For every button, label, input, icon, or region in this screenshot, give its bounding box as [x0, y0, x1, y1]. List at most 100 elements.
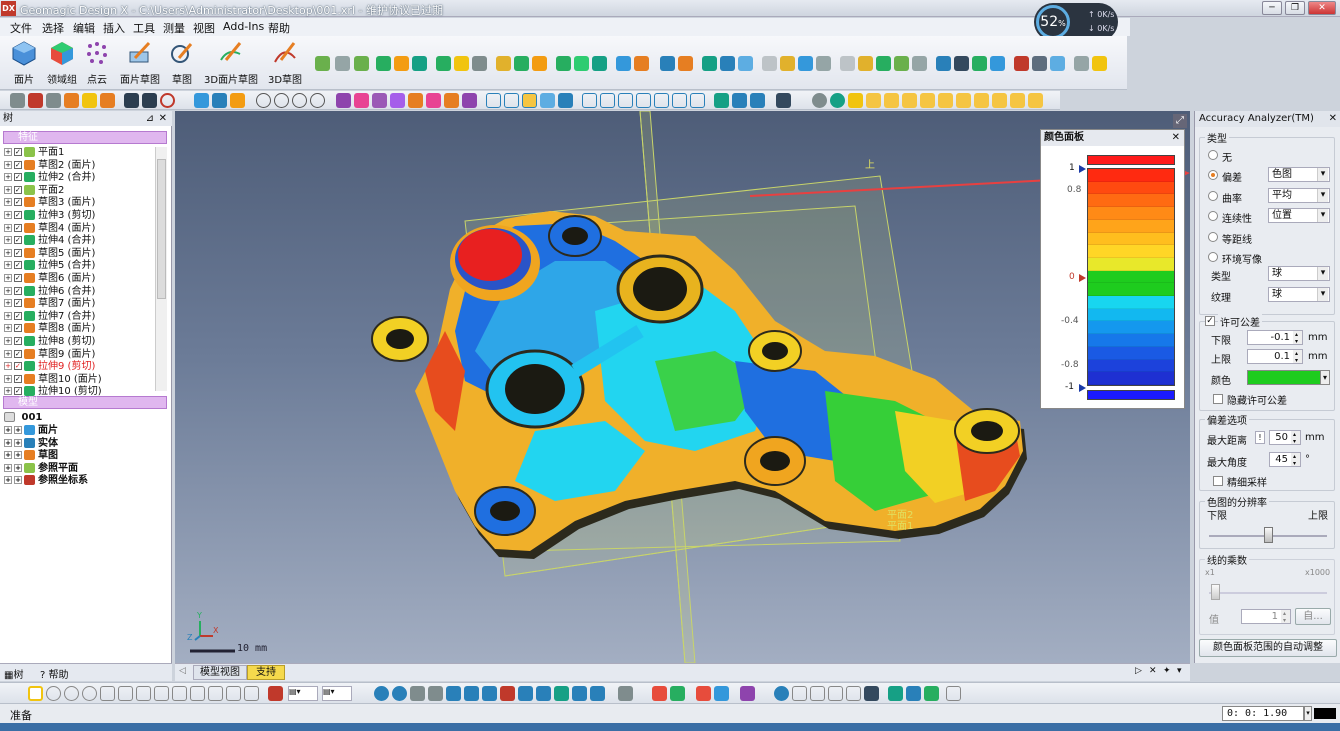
tool-icon[interactable]: [652, 686, 667, 701]
sketch-button[interactable]: 草图: [168, 40, 196, 88]
expand-icon[interactable]: +: [14, 438, 22, 447]
tool-icon[interactable]: [678, 56, 693, 71]
tool-icon[interactable]: [194, 93, 209, 108]
expand-icon[interactable]: +: [4, 374, 12, 383]
tool-icon[interactable]: [532, 56, 547, 71]
tool-icon[interactable]: [840, 56, 855, 71]
feature-item[interactable]: + ✓ 草图2 (面片): [4, 159, 95, 173]
visibility-checkbox[interactable]: ✓: [14, 185, 22, 194]
auto-adjust-range-button[interactable]: 颜色面板范围的自动调整: [1199, 639, 1337, 657]
close-button[interactable]: ✕: [1308, 1, 1336, 15]
expand-icon[interactable]: +: [4, 211, 12, 219]
expand-icon[interactable]: +: [4, 160, 12, 169]
expand-icon[interactable]: +: [14, 451, 22, 460]
expand-icon[interactable]: +: [14, 426, 22, 434]
model-item[interactable]: + + 草图: [4, 450, 58, 463]
tool-icon[interactable]: [774, 686, 789, 701]
view-cube-icon[interactable]: [486, 93, 501, 108]
restore-button[interactable]: ❐: [1285, 1, 1305, 15]
color-bar[interactable]: [1087, 168, 1175, 386]
tool-icon[interactable]: [82, 93, 97, 108]
sub-type-select[interactable]: 球: [1268, 266, 1330, 281]
tool-icon[interactable]: [974, 93, 989, 108]
tab-support[interactable]: 支持: [247, 665, 285, 680]
tab-scroll-right-icon[interactable]: ▷: [1135, 666, 1142, 676]
tool-icon[interactable]: [46, 93, 61, 108]
chevron-down-icon[interactable]: ▾: [1177, 666, 1182, 676]
view-icon[interactable]: [690, 93, 705, 108]
pin-icon[interactable]: ✦: [1163, 666, 1171, 676]
expand-icon[interactable]: +: [4, 362, 12, 371]
tool-icon[interactable]: [118, 686, 133, 701]
tool-icon[interactable]: [750, 93, 765, 108]
feature-item[interactable]: + ✓ 草图4 (面片): [4, 222, 95, 236]
expand-icon[interactable]: +: [4, 173, 12, 182]
tool-icon[interactable]: [956, 93, 971, 108]
boss-top[interactable]: [458, 229, 522, 281]
visibility-checkbox[interactable]: ✓: [14, 261, 22, 270]
visibility-checkbox[interactable]: ✓: [14, 274, 22, 282]
expand-icon[interactable]: +: [4, 438, 12, 447]
tool-icon[interactable]: [780, 56, 795, 71]
texture-select[interactable]: 球: [1268, 287, 1330, 302]
expand-icon[interactable]: +: [4, 236, 12, 245]
under-color-swatch[interactable]: [1087, 390, 1175, 400]
tool-icon[interactable]: [740, 686, 755, 701]
tool-icon[interactable]: [82, 686, 97, 701]
expand-icon[interactable]: +: [4, 185, 12, 194]
model-item[interactable]: + + 参照平面: [4, 462, 78, 476]
visibility-checkbox[interactable]: ✓: [14, 236, 22, 245]
type-radio[interactable]: [1208, 150, 1218, 160]
feature-item[interactable]: + ✓ 草图3 (面片): [4, 197, 95, 210]
tool-icon[interactable]: [810, 686, 825, 701]
tool-icon[interactable]: [354, 93, 369, 108]
filter-select[interactable]: ▤▾: [322, 686, 352, 701]
tool-icon[interactable]: [992, 93, 1007, 108]
menu-file[interactable]: 文件: [10, 20, 32, 36]
tool-icon[interactable]: [972, 56, 987, 71]
chevron-down-icon[interactable]: ▾: [1304, 706, 1312, 721]
mesh-button[interactable]: 面片: [6, 40, 42, 88]
tool-icon[interactable]: [412, 56, 427, 71]
tool-icon[interactable]: [762, 56, 777, 71]
expand-icon[interactable]: +: [4, 349, 12, 358]
tool-icon[interactable]: [64, 93, 79, 108]
expand-icon[interactable]: +: [4, 451, 12, 460]
expand-icon[interactable]: +: [4, 248, 12, 257]
multiplier-slider-thumb[interactable]: [1211, 584, 1220, 600]
tool-icon[interactable]: [372, 93, 387, 108]
visibility-checkbox[interactable]: ✓: [14, 173, 22, 182]
expand-icon[interactable]: +: [4, 324, 12, 333]
expand-icon[interactable]: +: [14, 476, 22, 485]
tool-icon[interactable]: [936, 56, 951, 71]
tool-icon[interactable]: [390, 93, 405, 108]
menu-measure[interactable]: 测量: [163, 20, 185, 36]
lower-limit-input[interactable]: -0.1: [1247, 330, 1303, 345]
close-icon[interactable]: ✕: [1329, 111, 1337, 127]
tool-icon[interactable]: [906, 686, 921, 701]
menu-insert[interactable]: 插入: [103, 20, 125, 36]
feature-item[interactable]: + ✓ 拉伸5 (合并): [4, 260, 95, 273]
zoom-icon[interactable]: [310, 93, 325, 108]
hide-tolerance-checkbox[interactable]: [1213, 394, 1223, 404]
tool-icon[interactable]: [374, 686, 389, 701]
tool-icon[interactable]: [1014, 56, 1029, 71]
tool-icon[interactable]: [208, 686, 223, 701]
tool-icon[interactable]: [376, 56, 391, 71]
expand-icon[interactable]: +: [4, 337, 12, 345]
model-item[interactable]: + + 参照坐标系: [4, 475, 88, 488]
tool-icon[interactable]: [590, 686, 605, 701]
tool-icon[interactable]: [954, 56, 969, 71]
close-icon[interactable]: ✕: [1149, 666, 1157, 676]
tool-icon[interactable]: [1028, 93, 1043, 108]
tool-icon[interactable]: [920, 93, 935, 108]
menu-tools[interactable]: 工具: [133, 20, 155, 36]
tool-icon[interactable]: [858, 56, 873, 71]
chevron-down-icon[interactable]: ▾: [1320, 370, 1330, 385]
hole[interactable]: [971, 421, 1003, 441]
resolution-slider-thumb[interactable]: [1264, 527, 1273, 543]
type-option-select[interactable]: 平均: [1268, 187, 1330, 203]
tolerance-color-picker[interactable]: [1247, 370, 1321, 385]
tool-icon[interactable]: [536, 686, 551, 701]
visibility-checkbox[interactable]: ✓: [14, 299, 22, 308]
